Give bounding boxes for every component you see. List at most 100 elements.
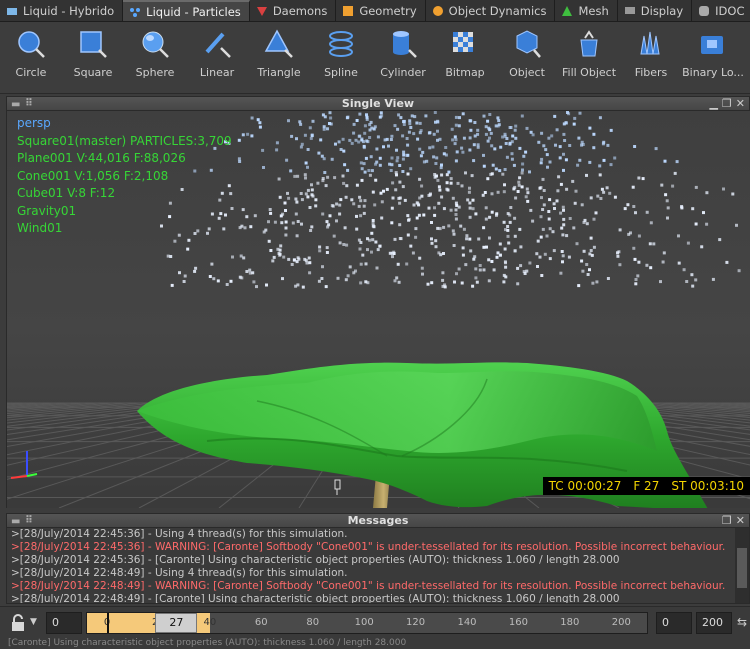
current-frame-scrubber[interactable]: 27 — [155, 613, 198, 633]
timeline-tick-label: 200 — [611, 617, 631, 628]
emitter-toolbar: Circle Square Sphere Linear Triangle Spline Cy… — [0, 22, 750, 94]
scene-object-info: Cone001 V:1,056 F:2,108 — [17, 168, 169, 183]
fibers-emitter-button[interactable]: Fibers — [620, 22, 682, 93]
tool-label: Cylinder — [380, 66, 426, 79]
viewport-scene-info: persp Square01(master) PARTICLES:3,709 Pla… — [17, 115, 232, 238]
range-start-field[interactable]: 0 — [656, 612, 692, 634]
lock-dropdown-icon[interactable]: ▼ — [30, 617, 37, 627]
tab-display[interactable]: Display — [617, 0, 693, 21]
mesh-icon — [562, 6, 573, 16]
panel-dock-icon[interactable]: ⠿ — [25, 515, 33, 526]
tab-object-dynamics[interactable]: Object Dynamics — [425, 0, 556, 21]
tool-label: Bitmap — [445, 66, 485, 79]
tab-label: Liquid - Hybrido — [23, 4, 115, 18]
timeline-tick-label: 80 — [306, 617, 320, 628]
timeline-tick-label: 40 — [203, 617, 217, 628]
linear-emitter-icon — [205, 32, 231, 58]
tool-label: Spline — [324, 66, 358, 79]
timeline-tick-label: 100 — [354, 617, 374, 628]
tab-label: Liquid - Particles — [146, 5, 241, 19]
lock-icon[interactable] — [8, 613, 28, 633]
close-icon[interactable]: ✕ — [736, 514, 745, 527]
tab-label: Mesh — [578, 4, 609, 18]
tab-idoc[interactable]: IDOC — [692, 0, 750, 21]
linear-emitter-button[interactable]: Linear — [186, 22, 248, 93]
bitmap-emitter-button[interactable]: Bitmap — [434, 22, 496, 93]
tool-label: Linear — [199, 66, 235, 79]
triangle-emitter-button[interactable]: Triangle — [248, 22, 310, 93]
scene-object-info: Gravity01 — [17, 203, 77, 218]
binary-loader-icon — [701, 36, 723, 54]
fill-object-emitter-icon — [580, 30, 598, 57]
tab-mesh[interactable]: Mesh — [555, 0, 618, 21]
log-message: >[28/July/2014 22:45:36] - Using 4 threa… — [11, 528, 348, 540]
axis-gizmo — [10, 451, 38, 479]
object-dynamics-icon — [432, 6, 443, 16]
square-emitter-icon — [80, 31, 107, 58]
tab-liquid-hybrido[interactable]: Liquid - Hybrido — [0, 0, 124, 21]
tool-label: Sphere — [135, 66, 175, 79]
timecode-hud: TC 00:00:27 F 27 ST 00:03:10 — [542, 477, 750, 495]
messages-header[interactable]: ▬ ⠿ Messages ❐ ✕ — [6, 513, 750, 528]
timeline-tick-label: 140 — [457, 617, 477, 628]
triangle-emitter-icon — [264, 29, 293, 58]
module-tab-bar: Liquid - Hybrido Liquid - Particles Daemon… — [0, 0, 750, 22]
scene-object-info: Plane001 V:44,016 F:88,026 — [17, 151, 186, 165]
log-message: >[28/July/2014 22:45:36] - [Caronte] Usi… — [11, 554, 620, 566]
single-view-header[interactable]: ▬ ⠿ Single View ▁ ❐ ✕ — [6, 96, 750, 111]
scene-object-info: Wind01 — [17, 221, 63, 235]
tab-label: Object Dynamics — [448, 4, 547, 18]
timeline-tick-label: 120 — [406, 617, 426, 628]
3d-viewport[interactable]: persp Square01(master) PARTICLES:3,709 Pla… — [6, 111, 750, 508]
tab-label: Daemons — [272, 4, 328, 18]
tab-daemons[interactable]: Daemons — [249, 0, 337, 21]
tab-geometry[interactable]: Geometry — [336, 0, 426, 21]
tool-label: Binary Lo... — [682, 66, 744, 79]
single-view-title: Single View — [341, 97, 415, 110]
timeline-bar: ▼ 0 02040608010012014016018020027 0 200 … — [0, 606, 750, 638]
timeline-ruler[interactable]: 02040608010012014016018020027 — [86, 612, 648, 634]
messages-log[interactable]: >[28/July/2014 22:45:36] - Using 4 threa… — [6, 528, 750, 604]
scene-object-info: Cube01 V:8 F:12 — [17, 186, 116, 200]
fill-object-emitter-button[interactable]: Fill Object — [558, 22, 620, 93]
panel-grip-icon[interactable]: ▬ — [11, 516, 20, 527]
tab-liquid-particles[interactable]: Liquid - Particles — [123, 0, 250, 21]
messages-title: Messages — [347, 514, 409, 527]
emitter-gizmo — [334, 479, 341, 495]
square-emitter-button[interactable]: Square — [62, 22, 124, 93]
idoc-icon — [699, 6, 710, 16]
timeline-options-icon[interactable]: ⇆ — [737, 615, 747, 629]
timeline-tick-label: 60 — [254, 617, 268, 628]
timeline-start-field[interactable]: 0 — [46, 612, 82, 634]
panel-dock-icon[interactable]: ⠿ — [25, 98, 33, 109]
liquid-hybrido-icon — [7, 8, 17, 15]
tool-label: Circle — [15, 66, 47, 79]
tool-label: Fill Object — [561, 66, 617, 79]
frame-number: F 27 — [633, 479, 660, 493]
camera-name: persp — [17, 116, 51, 130]
range-end-field[interactable]: 200 — [696, 612, 732, 634]
tab-label: Geometry — [359, 4, 417, 18]
maximize-icon[interactable]: ❐ — [722, 97, 732, 110]
particle-cloud — [160, 111, 741, 289]
messages-scrollbar[interactable] — [735, 528, 749, 603]
cylinder-emitter-button[interactable]: Cylinder — [372, 22, 434, 93]
cylinder-emitter-icon — [393, 31, 417, 58]
scrollbar-thumb[interactable] — [737, 548, 747, 588]
spline-emitter-icon — [329, 31, 353, 57]
bitmap-emitter-icon — [453, 32, 473, 52]
log-message: >[28/July/2014 22:48:49] - Using 4 threa… — [11, 567, 348, 579]
maximize-icon[interactable]: ❐ — [722, 514, 732, 527]
object-emitter-button[interactable]: Object — [496, 22, 558, 93]
panel-grip-icon[interactable]: ▬ — [11, 99, 20, 110]
tab-label: IDOC — [715, 4, 745, 18]
circle-emitter-button[interactable]: Circle — [0, 22, 62, 93]
binary-loader-button[interactable]: Binary Lo... — [682, 22, 744, 93]
scene-object-info: Square01(master) PARTICLES:3,709 — [17, 133, 232, 148]
close-icon[interactable]: ✕ — [736, 97, 745, 110]
minimize-icon[interactable]: ▁ — [709, 97, 717, 110]
spline-emitter-button[interactable]: Spline — [310, 22, 372, 93]
warning-message: >[28/July/2014 22:45:36] - WARNING: [Car… — [11, 541, 726, 553]
sphere-emitter-button[interactable]: Sphere — [124, 22, 186, 93]
tool-label: Square — [73, 66, 113, 79]
